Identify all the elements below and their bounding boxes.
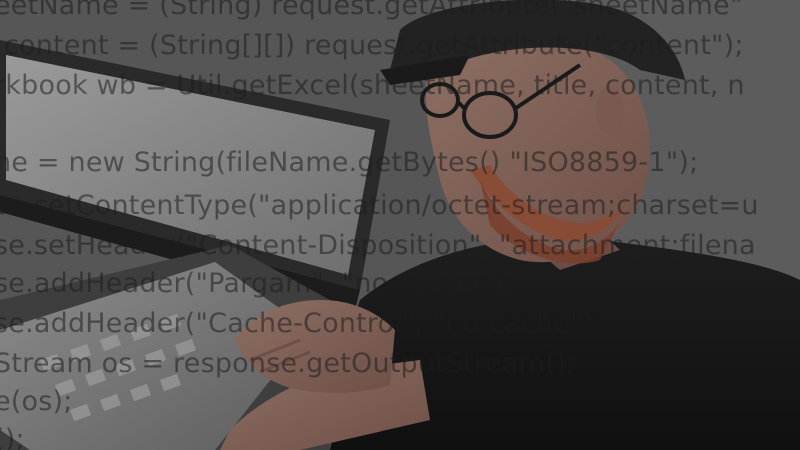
photo-scene: eetName = (String) request.getAttribute(… xyxy=(0,0,800,450)
programmer-photo xyxy=(0,0,800,450)
